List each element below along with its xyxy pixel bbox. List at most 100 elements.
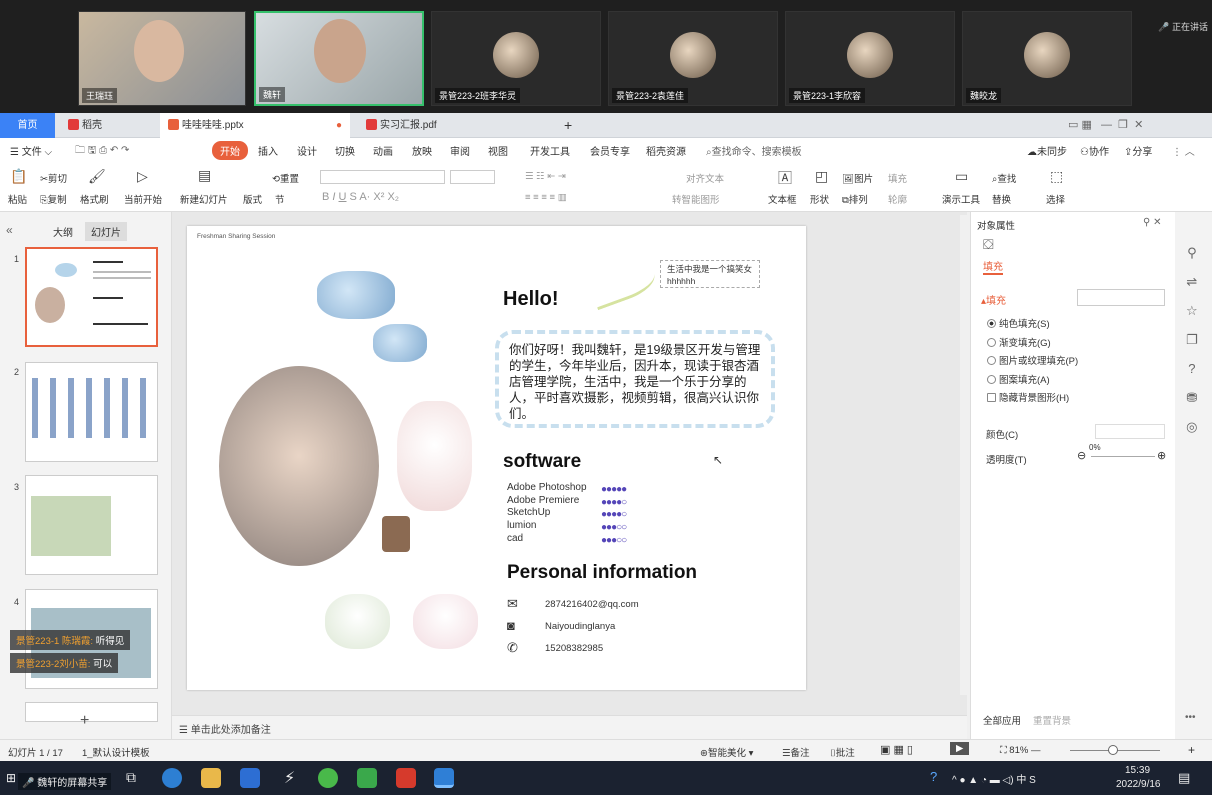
notes-area[interactable]: ☰ 单击此处添加备注	[172, 715, 967, 739]
help-icon[interactable]: ?	[930, 769, 937, 784]
zoom-control[interactable]: ⛶ 81% —	[1000, 745, 1040, 756]
fill-button[interactable]: 填充	[888, 171, 907, 185]
fill-bucket-icon[interactable]: ⛋	[983, 236, 994, 253]
tab-daoke[interactable]: 稻壳	[60, 113, 110, 138]
menu-resources[interactable]: 稻壳资源	[646, 143, 686, 158]
checkbox-hide-bg[interactable]: 隐藏背景图形(H)	[987, 390, 1069, 404]
zoom-in-icon[interactable]: +	[1188, 743, 1195, 757]
clock-time[interactable]: 15:39	[1125, 765, 1150, 776]
from-current-button[interactable]: 当前开始	[124, 192, 162, 206]
comment-button[interactable]: ⌷批注	[830, 745, 855, 759]
menu-show[interactable]: 放映	[412, 143, 432, 158]
radio-picture-fill[interactable]: 图片或纹理填充(P)	[987, 353, 1078, 367]
slide-thumbnail-1[interactable]	[25, 247, 158, 347]
play-icon[interactable]: ▷	[137, 168, 148, 185]
windows-start-icon[interactable]: ⊞	[6, 771, 16, 785]
more-icon[interactable]: ⋮ ︿	[1172, 143, 1195, 158]
radio-solid-fill[interactable]: 纯色填充(S)	[987, 316, 1050, 330]
tab-home[interactable]: 首页	[0, 113, 55, 138]
new-slide-icon[interactable]: ▤	[198, 167, 211, 184]
copy-button[interactable]: ⎘复制	[40, 192, 67, 206]
font-family-select[interactable]	[320, 170, 445, 184]
meeting-app-icon[interactable]	[434, 768, 454, 788]
collapse-panel-icon[interactable]: «	[6, 223, 13, 237]
tab-pdf[interactable]: 实习汇报.pdf	[358, 113, 548, 138]
shape-button[interactable]: 形状	[810, 192, 829, 206]
video-tile[interactable]: 魏皎龙	[962, 11, 1132, 106]
notes-button[interactable]: ☰备注	[782, 745, 810, 759]
transparency-slider[interactable]: ⊖ 0% ⊕	[1077, 443, 1167, 463]
section-button[interactable]: 节	[275, 192, 285, 206]
share-button[interactable]: ⇪分享	[1124, 143, 1152, 158]
tab-outline[interactable]: 大纲	[53, 224, 73, 239]
edge-icon[interactable]	[162, 768, 182, 788]
side-tool-icons[interactable]: ⚲ ⇌ ☆ ❐? ⛃ ◎	[1186, 238, 1198, 441]
app-icon[interactable]: ⚡	[284, 768, 295, 788]
apply-all-button[interactable]: 全部应用	[983, 713, 1021, 727]
outline-button[interactable]: 轮廓	[888, 192, 907, 206]
tab-fill[interactable]: 填充	[983, 258, 1003, 275]
align-text-button[interactable]: 对齐文本	[686, 171, 724, 185]
command-search[interactable]: ⌕查找命令、搜索模板	[706, 143, 802, 158]
tab-pptx[interactable]: 哇哇哇哇.pptx ●	[160, 113, 350, 138]
video-tile[interactable]: 景管223-2袁莲佳	[608, 11, 778, 106]
wechat-icon[interactable]	[357, 768, 377, 788]
play-button[interactable]: ▶	[950, 742, 970, 755]
smart-shape-button[interactable]: 转智能图形	[672, 192, 720, 206]
textbox-button[interactable]: 文本框	[768, 192, 797, 206]
replace-button[interactable]: 替换	[992, 192, 1011, 206]
menu-animation[interactable]: 动画	[373, 143, 393, 158]
menu-dev[interactable]: 开发工具	[530, 143, 570, 158]
menu-member[interactable]: 会员专享	[590, 143, 630, 158]
reset-bg-button[interactable]: 重置背景	[1033, 713, 1071, 727]
format-brush-icon[interactable]: 🖌	[88, 168, 106, 185]
new-slide-button[interactable]: 新建幻灯片	[180, 192, 228, 206]
select-icon[interactable]: ⬚	[1050, 168, 1063, 185]
file-explorer-icon[interactable]	[201, 768, 221, 788]
menu-file[interactable]: ☰ 文件 ⌵	[10, 143, 52, 158]
cut-button[interactable]: ✂剪切	[40, 171, 67, 185]
wps-icon[interactable]	[396, 768, 416, 788]
vertical-scrollbar[interactable]	[960, 215, 968, 695]
window-controls[interactable]: ▭ ▦ — ❐ ✕	[1060, 113, 1151, 138]
zoom-handle[interactable]	[1108, 745, 1118, 755]
format-brush-button[interactable]: 格式刷	[80, 192, 109, 206]
present-tool-icon[interactable]: ▭	[955, 168, 968, 185]
quick-access-icons[interactable]: 🗀 🖫 ⎙ ↶ ↷	[75, 143, 129, 160]
task-view-icon[interactable]: ⧉	[126, 769, 136, 786]
align-tools[interactable]: ≡ ≡ ≡ ≡ ▥	[525, 192, 567, 203]
more-icon[interactable]: •••	[1185, 712, 1196, 723]
fill-select[interactable]	[1077, 289, 1165, 306]
textbox-icon[interactable]: 🄰	[778, 168, 792, 188]
video-tile[interactable]: 景管223-1李欣容	[785, 11, 955, 106]
font-size-select[interactable]	[450, 170, 495, 184]
menu-view[interactable]: 视图	[488, 143, 508, 158]
radio-pattern-fill[interactable]: 图案填充(A)	[987, 372, 1050, 386]
view-mode-icons[interactable]: ▣ ▦ ▯	[880, 743, 913, 756]
radio-gradient-fill[interactable]: 渐变填充(G)	[987, 335, 1051, 349]
text-format-tools[interactable]: B I U S A· X² X₂	[322, 191, 399, 203]
layout-button[interactable]: 版式	[243, 192, 262, 206]
paste-button[interactable]: 粘贴	[8, 192, 27, 206]
find-button[interactable]: ⌕查找	[992, 171, 1016, 185]
color-picker[interactable]	[1095, 424, 1165, 439]
menu-review[interactable]: 审阅	[450, 143, 470, 158]
list-tools[interactable]: ☰ ☷ ⇤ ⇥	[525, 171, 566, 182]
new-tab-button[interactable]: +	[556, 113, 580, 138]
menu-design[interactable]: 设计	[297, 143, 317, 158]
video-tile[interactable]: 王瑞珏	[78, 11, 246, 106]
slide-thumbnail-2[interactable]	[25, 362, 158, 462]
menu-start[interactable]: 开始	[212, 141, 248, 160]
sync-button[interactable]: ☁未同步	[1027, 143, 1067, 158]
add-slide-button[interactable]: +	[80, 712, 89, 730]
shape-icon[interactable]: ◰	[815, 168, 828, 185]
chrome-icon[interactable]	[318, 768, 338, 788]
menu-switch[interactable]: 切换	[335, 143, 355, 158]
collab-button[interactable]: ⚇协作	[1080, 143, 1109, 158]
slide-thumbnail-3[interactable]	[25, 475, 158, 575]
panel-close-icon[interactable]: ⚲ ✕	[1143, 217, 1161, 228]
present-tool-button[interactable]: 演示工具	[942, 192, 980, 206]
mail-icon[interactable]	[240, 768, 260, 788]
fill-section-label[interactable]: ▴填充	[981, 292, 1006, 307]
picture-button[interactable]: 🖼图片	[842, 171, 873, 185]
